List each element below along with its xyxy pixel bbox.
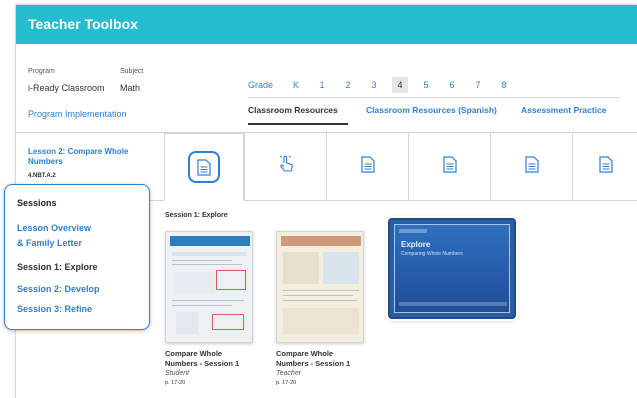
video-subtitle: Comparing Whole Numbers (401, 251, 463, 257)
resource-pages: p. 17-20 (276, 380, 297, 386)
session-item-develop[interactable]: Session 2: Develop (17, 283, 100, 295)
session-item-refine[interactable]: Session 3: Refine (17, 303, 92, 315)
thumbnail-banner (281, 236, 361, 246)
video-title: Explore (401, 240, 431, 249)
tab-classroom-resources[interactable]: Classroom Resources (248, 105, 338, 115)
grade-item[interactable]: 7 (465, 77, 491, 93)
lesson-title[interactable]: Lesson 2: Compare Whole Numbers (28, 147, 158, 167)
document-icon (598, 155, 613, 178)
resource-title[interactable]: Compare Whole (165, 349, 275, 359)
session-heading: Session 1: Explore (165, 212, 228, 219)
grade-item[interactable]: K (283, 77, 309, 93)
app-title: Teacher Toolbox (28, 16, 138, 32)
grade-item[interactable]: 5 (413, 77, 439, 93)
subject-value: Math (120, 83, 141, 93)
tab-documents[interactable] (408, 133, 490, 200)
document-icon (442, 155, 457, 178)
explore-video-thumbnail[interactable]: Explore Comparing Whole Numbers (388, 218, 516, 319)
grade-item[interactable]: 2 (335, 77, 361, 93)
resource-role: Teacher (276, 370, 302, 377)
program-label: Program (28, 68, 55, 75)
lesson-standard-code: 4.NBT.A.2 (28, 173, 56, 179)
document-icon (188, 151, 220, 183)
resource-title[interactable]: Compare Whole (276, 349, 386, 359)
lesson-info: Lesson 2: Compare Whole Numbers 4.NBT.A.… (28, 147, 158, 179)
tab-documents[interactable] (490, 133, 572, 200)
program-value: i-Ready Classroom (28, 83, 105, 93)
session-item-lesson-overview[interactable]: & Family Letter (17, 237, 82, 249)
grade-item[interactable]: 3 (361, 77, 387, 93)
tap-hand-icon (277, 154, 295, 179)
thumbnail-banner (170, 236, 250, 246)
tab-documents[interactable] (572, 133, 637, 200)
divider (248, 97, 620, 98)
student-resource-thumbnail[interactable] (165, 231, 253, 343)
grade-item[interactable]: 6 (439, 77, 465, 93)
sessions-panel: Sessions Lesson Overview & Family Letter… (4, 184, 150, 330)
document-icon (524, 155, 539, 178)
student-resource-caption: Compare Whole Numbers - Session 1 Studen… (165, 349, 275, 387)
document-icon (360, 155, 375, 178)
tab-interactive[interactable] (244, 133, 326, 200)
grade-selector: Grade K 1 2 3 4 5 6 7 8 (248, 77, 517, 93)
teacher-resource-caption: Compare Whole Numbers - Session 1 Teache… (276, 349, 386, 387)
teacher-resource-thumbnail[interactable] (276, 231, 364, 343)
active-tab-underline (248, 123, 348, 125)
session-item-lesson-overview[interactable]: Lesson Overview (17, 222, 91, 234)
teacher-toolbox-page: Teacher Toolbox Program i-Ready Classroo… (0, 0, 637, 398)
tab-documents[interactable] (326, 133, 408, 200)
grade-item-selected[interactable]: 4 (392, 77, 409, 93)
grade-label[interactable]: Grade (248, 80, 273, 90)
resource-title[interactable]: Numbers - Session 1 (276, 359, 386, 369)
sessions-heading: Sessions (17, 198, 57, 208)
program-implementation-link[interactable]: Program Implementation (28, 109, 127, 119)
resource-role: Student (165, 370, 190, 377)
grade-item[interactable]: 1 (309, 77, 335, 93)
tab-documents[interactable] (164, 133, 244, 201)
tab-assessment-practice[interactable]: Assessment Practice (521, 105, 607, 115)
subject-label: Subject (120, 68, 144, 75)
header-bar: Teacher Toolbox (16, 5, 637, 44)
grade-item[interactable]: 8 (491, 77, 517, 93)
resource-pages: p. 17-20 (165, 380, 186, 386)
resource-title[interactable]: Numbers - Session 1 (165, 359, 275, 369)
tab-classroom-resources-spanish[interactable]: Classroom Resources (Spanish) (366, 105, 497, 115)
session-item-explore[interactable]: Session 1: Explore (17, 261, 98, 273)
